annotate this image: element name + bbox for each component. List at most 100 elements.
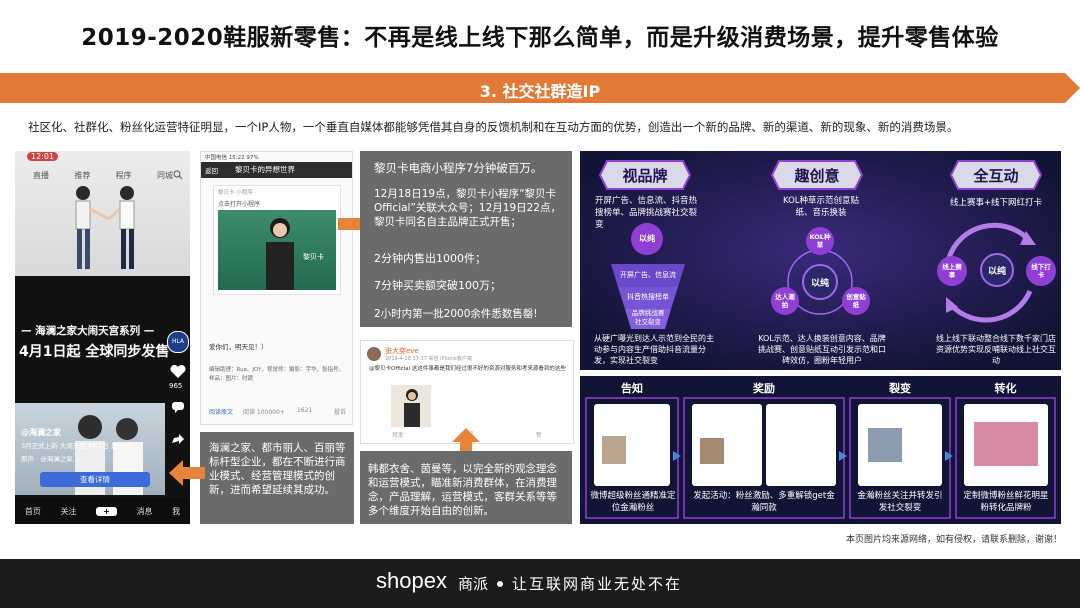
flow-step-fission: 裂变 [889,382,911,395]
search-icon[interactable] [173,170,183,180]
nav-follow[interactable]: 关注 [60,506,76,517]
banner-line2: 4月1日起 全球同步发售 [19,344,170,360]
like-count-wechat[interactable]: 1621 [297,407,312,414]
weibo-meta: 2019-4-28 17:37 来自 iPhone客户端 [385,356,472,362]
hanfu-text-box: 韩都衣舍、茵曼等，以完全新的观念理念和运营模式，瞄准新消费群体，在消费理念，产品… [360,451,572,524]
flow-caption-3: 金瀚粉丝关注并转发引发社交裂变 [857,491,943,513]
report-link[interactable]: 投诉 [334,407,346,416]
heart-icon[interactable] [170,365,186,379]
tab-live[interactable]: 直播 [33,170,49,181]
pillar1-circle: 以纯 [639,234,655,243]
funnel-1: 开屏广告、信息流 [620,271,676,279]
pillars-panel: 视品牌 趣创意 全互动 开屏广告、信息流、抖音热搜榜单、品牌挑战赛社交裂变 以纯… [580,151,1061,370]
pillar-title-brand: 视品牌 [622,167,668,185]
pillar2-bottom: KOL示范、达人换装创意内容、品牌挑战赛、创意贴纸互动引发示范和口碑效仿，圈粉年… [758,334,886,365]
repost-button[interactable]: 转发 [392,431,403,439]
hailan-text: 海澜之家、都市丽人、百丽等标杆型企业，都在不断进行商业模式、经营管理模式的创新，… [209,442,346,496]
account-name[interactable]: @海澜之家 [21,427,61,438]
weibo-text: @黎贝卡Official 这这件事都是我们经过很不好的资源对服务和考来源看到的这… [369,366,566,372]
pillar2-circle: 以纯 [810,279,829,289]
banner-line1: — 海澜之家大闹天宫系列 — [21,325,155,337]
status-time: 12:01 [27,152,59,161]
weibo-woman-image [404,389,420,427]
music-line: 原声 · @海澜之家... [21,455,79,463]
back-button[interactable]: 返回 [205,165,218,175]
sat-offline: 线下打卡 [1031,263,1051,279]
arrow-left-icon [169,460,205,486]
tab-recommend[interactable]: 推荐 [74,170,90,181]
funnel-2: 抖音热搜榜单 [627,293,669,301]
flow-photo-2 [700,438,724,464]
like-count: 965 [169,382,183,390]
footer-brand: shopex [376,568,447,593]
hailan-text-box: 海澜之家、都市丽人、百丽等标杆型企业，都在不断进行商业模式、经营管理模式的创新，… [200,432,354,524]
footer-brand-cn: 商派 [458,575,489,593]
like-button[interactable]: 赞 [536,431,542,439]
flow-card-2b [766,404,836,486]
article-credits: 编辑助理：Rua、JOY，视觉师：摄影：宇华，张指号，样品：图片：时蔬 [209,367,344,382]
wechat-status: 中国电信 15:22 97% [205,155,259,161]
pillar-title-creative: 趣创意 [794,167,840,185]
pillar3-circle: 以纯 [987,267,1006,277]
douyin-screenshot: 12:01 直播 推荐 程序 同城 — 海澜之家大闹天宫系列 — 4月1日起 全… [15,151,190,524]
douyin-bottom-nav: 首页 关注 + 消息 我 [15,498,190,524]
flow-photo-3 [868,428,902,462]
footer-slogan: 让互联网商业无处不在 [512,575,683,593]
avatar [367,347,381,361]
nav-home[interactable]: 首页 [25,506,41,517]
dancers-image [75,186,135,269]
pillar1-desc: 开屏广告、信息流、抖音热搜榜单、品牌挑战赛社交裂变 [595,196,698,230]
pillar1-bottom: 从硬广曝光到达人示范到全民的主动参与内容生产借助抖音流量分发，实现社交裂变 [594,334,714,365]
read-count: 阅读 100000+ [243,409,285,416]
comment-icon[interactable] [171,401,185,413]
detail-button[interactable]: 查看详情 [40,472,150,487]
tab-program[interactable]: 程序 [116,170,132,181]
pillar2-desc: KOL种草示范创意贴纸、音乐换装 [782,196,860,218]
nav-me[interactable]: 我 [172,506,180,517]
flow-caption-1: 微博超级粉丝通精准定位金瀚粉丝 [590,491,676,513]
sat-sticker: 创意贴纸 [846,293,866,309]
funnel-4: 社交裂变 [635,318,661,326]
mini-program-label: 黎贝卡 小程序 [218,190,253,196]
disclaimer: 本页图片均来源网络，如有侵权，请联系删除，谢谢！ [845,535,1062,545]
flow-photo-4 [974,422,1038,466]
libeika-text-box: 黎贝卡电商小程序7分钟破百万。 12月18日19点，黎贝卡小程序“黎贝卡Offi… [360,151,572,327]
plus-icon[interactable]: + [96,506,117,516]
article-greeting: 爱你们，明天见！） [209,343,268,351]
libeika-headline: 黎贝卡电商小程序7分钟破百万。 [374,161,543,175]
pillar3-desc: 线上赛事+线下网红打卡 [949,198,1043,208]
pillar-title-interaction: 全互动 [973,167,1019,185]
hanfu-text: 韩都衣舍、茵曼等，以完全新的观念理念和运营模式，瞄准新消费群体，在消费理念，产品… [368,463,557,517]
flow-step-reward: 奖励 [753,382,775,395]
flow-caption-2: 发起活动：粉丝激励、多重解锁get金瀚同款 [693,491,835,513]
douyin-top-tabs: 直播 推荐 程序 同城 [33,170,173,181]
hla-badge[interactable]: HLA [167,331,189,353]
libeika-stat2: 7分钟买卖额突破100万； [374,279,501,292]
flow-step-convert: 转化 [994,382,1017,395]
flow-panel: 告知 奖励 裂变 转化 微博超级粉丝通精准定位金瀚粉丝 发起活动：粉丝激励、多重… [580,376,1061,524]
libeika-stat3: 2小时内第一批2000余件悉数售罄! [374,308,538,320]
wechat-screenshot: 中国电信 15:22 97% 返回 黎贝卡的异想世界 黎贝卡 小程序 点击打开小… [200,151,353,425]
read-original-link[interactable]: 阅读原文 [209,407,233,416]
footer-dot [497,581,503,587]
section-heading: 3. 社交社群造IP [479,82,601,101]
tab-local[interactable]: 同城 [157,170,173,181]
libeika-para: 12月18日19点，黎贝卡小程序“黎贝卡Official”关联大众号；12月19… [374,188,561,228]
nav-messages[interactable]: 消息 [137,506,153,517]
page-title: 2019-2020鞋服新零售：不再是线上线下那么简单，而是升级消费场景，提升零售… [81,25,999,51]
flow-photo-1 [602,436,626,464]
intro-text: 社区化、社群化、粉丝化运营特征明显，一个IP人物，一个垂直自媒体都能够凭借其自身… [28,120,959,134]
funnel-3: 品牌挑战赛 [631,309,665,317]
sat-online: 线上赛事 [942,263,962,279]
woman-image [266,218,294,290]
sat-kol: KOL种草 [809,233,831,249]
flow-caption-4: 定制微博粉丝鲜花明星粉转化品牌粉 [963,491,1049,513]
libeika-stat1: 2分钟内售出1000件； [374,252,486,265]
share-icon[interactable] [171,433,185,445]
video-caption: 3月正式上新 大闹天宫 4月1日 是 如可... [21,442,131,450]
mini-program-cta[interactable]: 点击打开小程序 [218,199,260,208]
image-watermark: 黎贝卡 [303,253,324,261]
sat-daren: 达人潮拍 [775,293,795,309]
pillar3-bottom: 线上线下联动整合线下数千家门店资源优势实现反哺联动线上社交互动 [936,334,1056,365]
wechat-title: 黎贝卡的异想世界 [235,165,295,174]
